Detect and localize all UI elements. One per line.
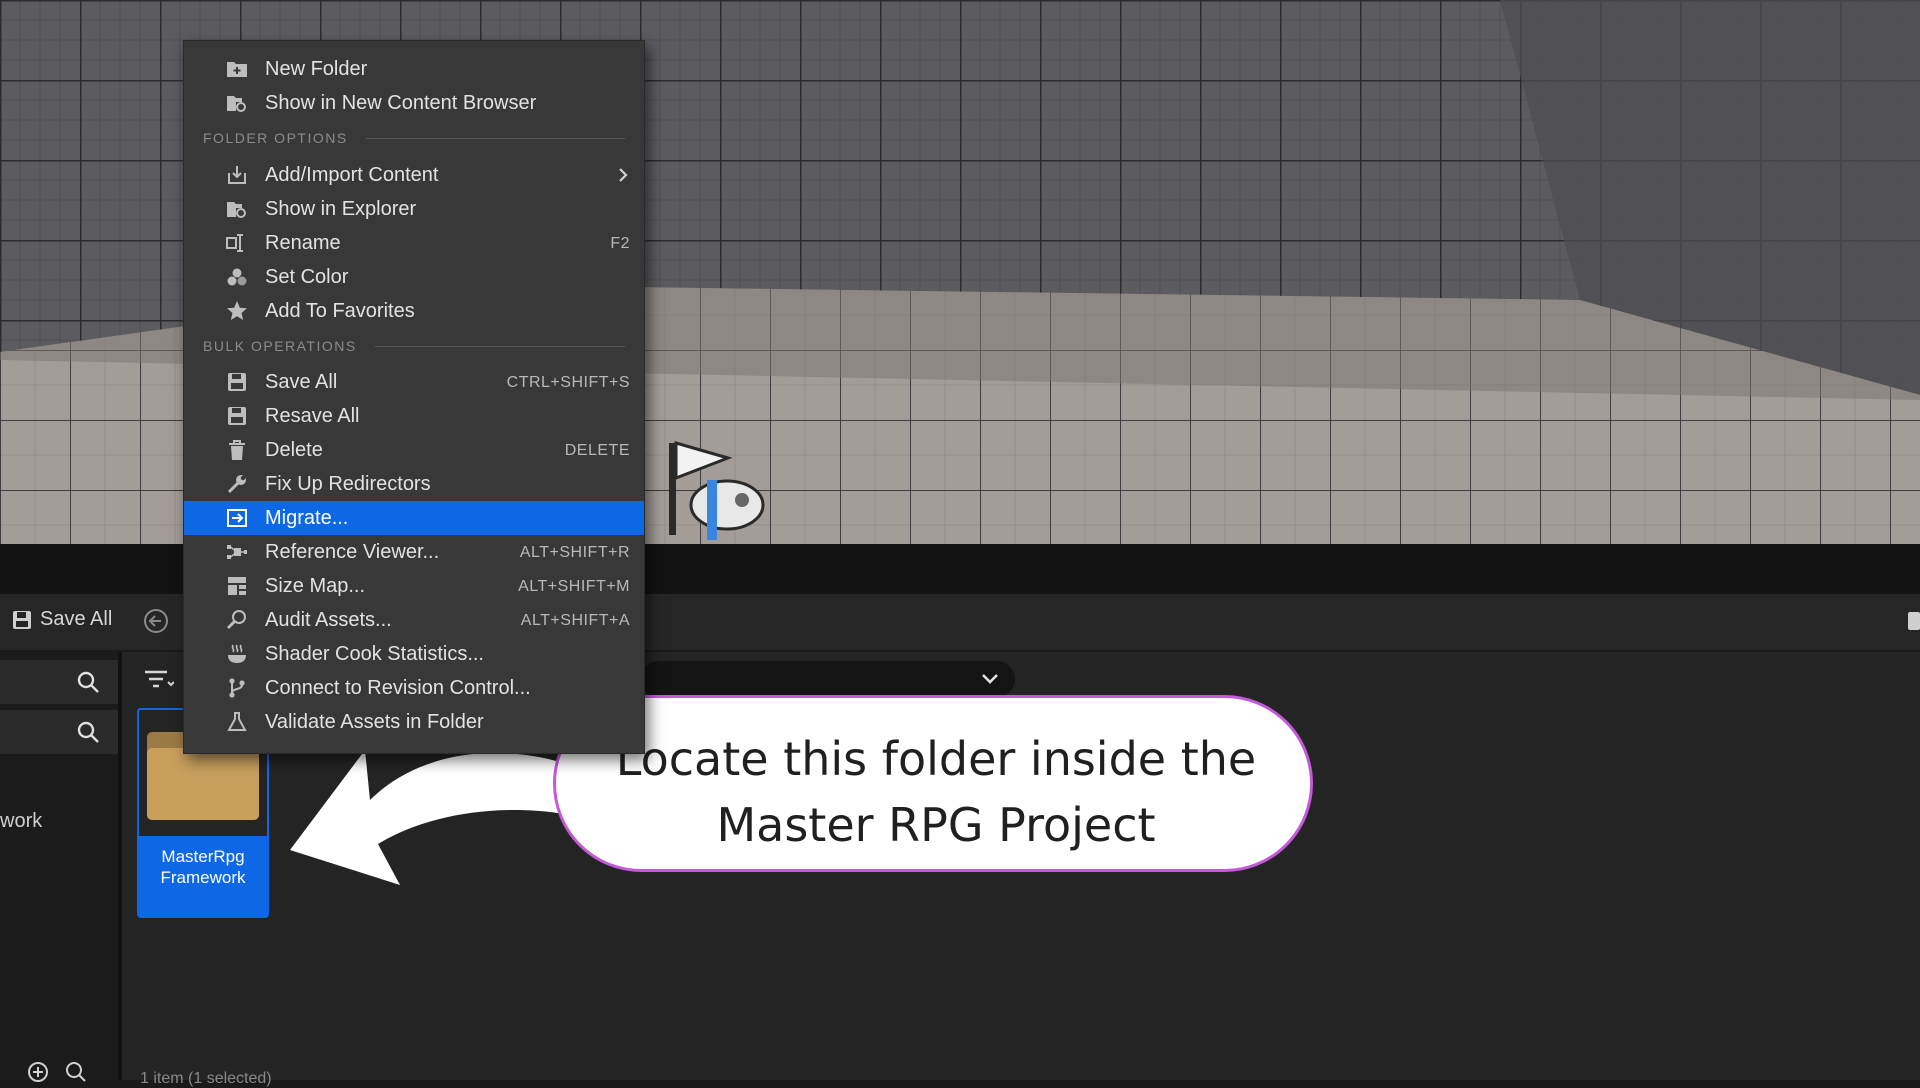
menu-item-shortcut: ALT+SHIFT+R <box>519 544 630 561</box>
menu-item-set-color[interactable]: Set Color <box>184 260 644 294</box>
audit-icon <box>226 610 246 630</box>
tutorial-callout: Locate this folder inside the Master RPG… <box>553 695 1313 872</box>
menu-item-label: Resave All <box>265 405 360 427</box>
new-folder-icon <box>227 62 247 77</box>
menu-item-label: Delete <box>265 439 323 461</box>
callout-text: Locate this folder inside the Master RPG… <box>556 726 1316 858</box>
menu-item-label: Validate Assets in Folder <box>265 711 484 733</box>
menu-item-connect-to-revision-control[interactable]: Connect to Revision Control... <box>184 671 644 705</box>
menu-item-label: Set Color <box>265 266 349 288</box>
filter-icon[interactable] <box>144 668 174 692</box>
callout-line2: Master RPG Project <box>716 798 1156 852</box>
section-label: BULK OPERATIONS <box>203 338 357 354</box>
menu-item-label: Fix Up Redirectors <box>265 473 431 495</box>
folder-name-line1: MasterRpg <box>161 847 245 866</box>
sidebar-bottom-icons <box>26 1060 88 1084</box>
menu-item-label: Show in New Content Browser <box>265 92 537 114</box>
menu-item-shader-cook-statistics[interactable]: Shader Cook Statistics... <box>184 637 644 671</box>
save-all-label: Save All <box>40 608 113 630</box>
folders-search-row[interactable] <box>0 710 118 754</box>
menu-item-audit-assets[interactable]: Audit Assets... ALT+SHIFT+A <box>184 603 644 637</box>
search-icon[interactable] <box>76 670 100 694</box>
tutorial-arrow <box>290 750 565 885</box>
menu-item-label: Add/Import Content <box>265 164 439 186</box>
menu-item-resave-all[interactable]: Resave All <box>184 399 644 433</box>
menu-item-label: Connect to Revision Control... <box>265 677 531 699</box>
menu-item-label: Shader Cook Statistics... <box>265 643 484 665</box>
menu-item-fix-up-redirectors[interactable]: Fix Up Redirectors <box>184 467 644 501</box>
menu-item-shortcut: F2 <box>610 235 630 252</box>
reference-viewer-icon <box>227 545 247 559</box>
search-icon[interactable] <box>76 720 100 744</box>
menu-item-add-import-content[interactable]: Add/Import Content <box>184 158 644 192</box>
menu-item-label: Add To Favorites <box>265 300 415 322</box>
menu-item-add-to-favorites[interactable]: Add To Favorites <box>184 294 644 328</box>
folder-name-line2: Framework <box>160 868 246 887</box>
menu-item-size-map[interactable]: Size Map... ALT+SHIFT+M <box>184 569 644 603</box>
chevron-down-icon <box>982 674 998 684</box>
sources-panel: work <box>0 652 122 1082</box>
menu-item-label: Migrate... <box>265 507 349 529</box>
import-icon <box>228 166 246 184</box>
menu-item-save-all[interactable]: Save All CTRL+SHIFT+S <box>184 365 644 399</box>
menu-item-label: Show in Explorer <box>265 198 417 220</box>
save-icon <box>228 373 246 391</box>
menu-item-new-folder[interactable]: New Folder <box>184 52 644 86</box>
section-header-bulk-operations: BULK OPERATIONS <box>203 338 625 354</box>
save-icon <box>13 610 31 629</box>
shader-icon <box>228 644 246 663</box>
section-header-folder-options: FOLDER OPTIONS <box>203 130 625 146</box>
section-label: FOLDER OPTIONS <box>203 130 348 146</box>
revision-control-icon <box>229 678 245 698</box>
chevron-right-icon <box>619 168 628 182</box>
path-dropdown[interactable] <box>640 661 1015 697</box>
back-arrow-icon <box>144 609 168 633</box>
menu-item-show-in-explorer[interactable]: Show in Explorer <box>184 192 644 226</box>
add-collection-icon[interactable] <box>26 1060 50 1084</box>
menu-item-label: New Folder <box>265 58 368 80</box>
menu-item-label: Save All <box>265 371 338 393</box>
folder-context-menu: New Folder Show in New Content Browser F… <box>183 40 645 754</box>
rename-icon <box>226 234 243 252</box>
favorites-search-row[interactable] <box>0 660 118 704</box>
menu-item-shortcut: DELETE <box>564 442 630 459</box>
menu-item-label: Audit Assets... <box>265 609 392 631</box>
menu-item-shortcut: CTRL+SHIFT+S <box>506 374 630 391</box>
menu-item-validate-assets-in-folder[interactable]: Validate Assets in Folder <box>184 705 644 739</box>
menu-item-shortcut: ALT+SHIFT+M <box>518 578 630 595</box>
menu-item-label: Rename <box>265 232 341 254</box>
wrench-icon <box>227 475 246 494</box>
callout-line1: Locate this folder inside the <box>615 732 1257 786</box>
asset-count-status: 1 item (1 selected) <box>140 1070 272 1087</box>
trash-icon <box>229 440 245 460</box>
settings-icon[interactable] <box>1908 612 1920 630</box>
resave-icon <box>228 407 246 425</box>
flask-icon <box>227 712 247 731</box>
show-in-browser-icon <box>227 96 246 112</box>
menu-item-reference-viewer[interactable]: Reference Viewer... ALT+SHIFT+R <box>184 535 644 569</box>
color-icon <box>227 268 247 286</box>
menu-item-label: Reference Viewer... <box>265 541 440 563</box>
migrate-icon <box>227 509 247 527</box>
menu-item-delete[interactable]: Delete DELETE <box>184 433 644 467</box>
search-icon[interactable] <box>64 1060 88 1084</box>
menu-item-show-in-new-content-browser[interactable]: Show in New Content Browser <box>184 86 644 120</box>
folder-tree-item[interactable]: work <box>0 810 42 833</box>
star-icon <box>227 301 247 320</box>
menu-item-rename[interactable]: Rename F2 <box>184 226 644 260</box>
menu-item-label: Size Map... <box>265 575 366 597</box>
explorer-icon <box>227 202 246 218</box>
history-back-button[interactable] <box>143 608 169 639</box>
folder-name: MasterRpg Framework <box>137 846 269 888</box>
size-map-icon <box>228 577 246 595</box>
save-all-button[interactable]: Save All <box>12 608 112 631</box>
menu-item-shortcut: ALT+SHIFT+A <box>520 612 630 629</box>
menu-item-migrate[interactable]: Migrate... <box>184 501 644 535</box>
